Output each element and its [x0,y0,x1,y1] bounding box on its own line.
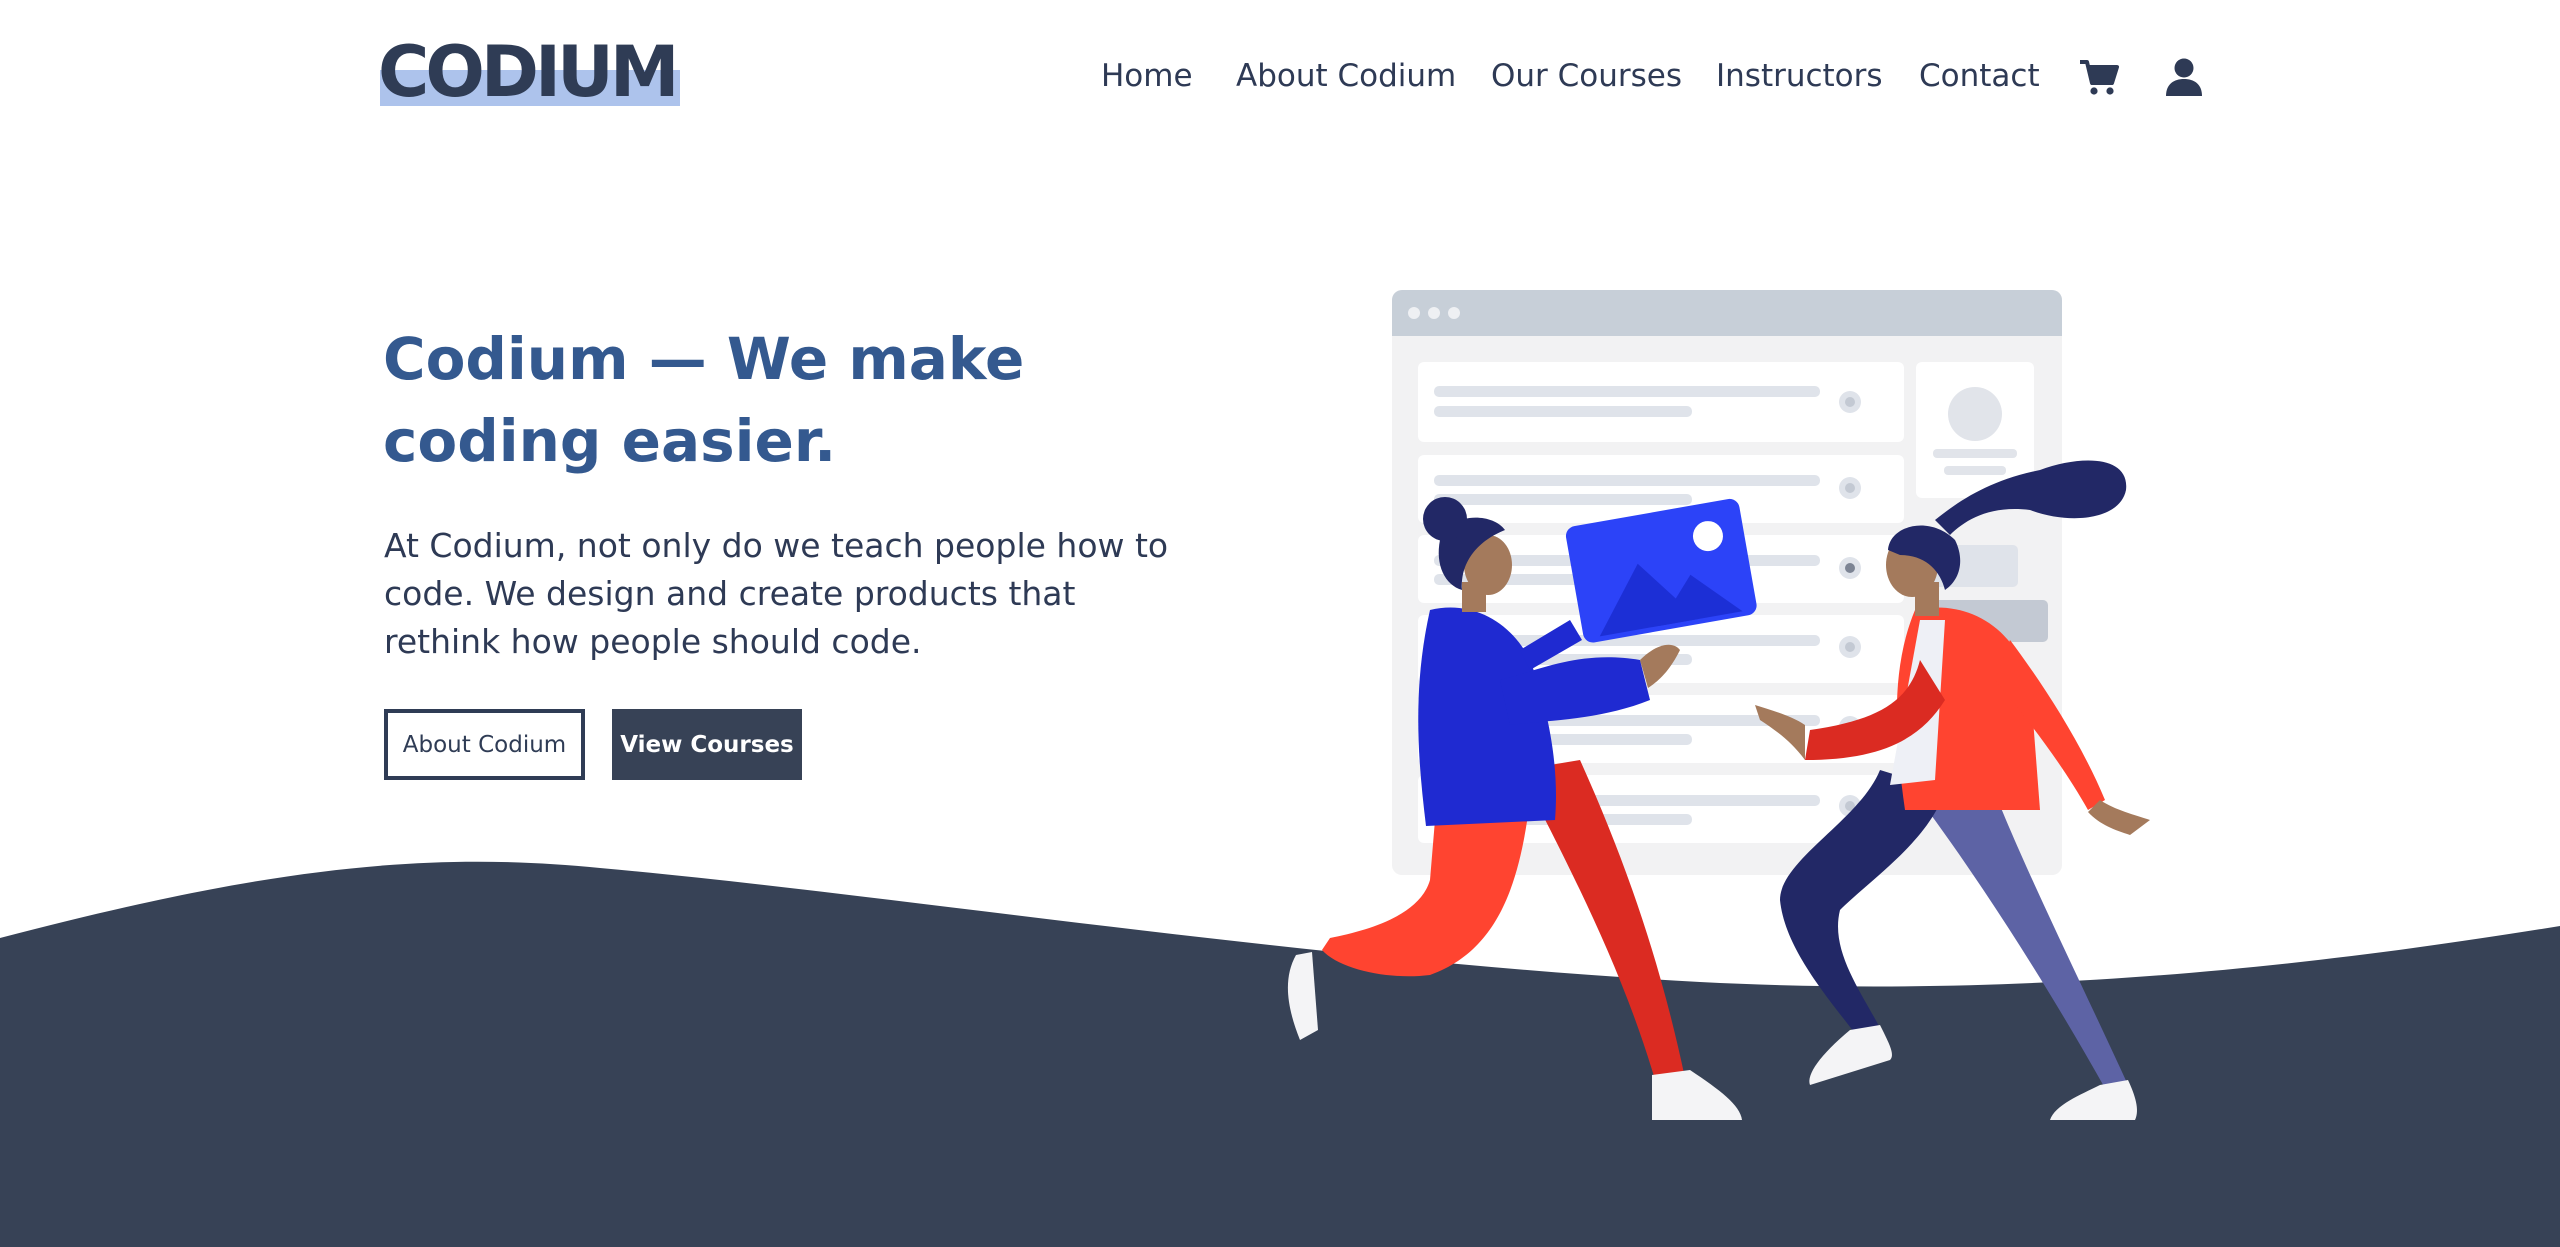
nav-home[interactable]: Home [1101,52,1193,100]
nav-courses[interactable]: Our Courses [1491,52,1682,100]
nav-about[interactable]: About Codium [1236,52,1456,100]
about-codium-button[interactable]: About Codium [384,709,585,780]
user-icon[interactable] [2163,56,2205,98]
cart-icon[interactable] [2078,56,2120,98]
header: CODIUM Home About Codium Our Courses Ins… [0,0,2560,160]
hero-illustration [1287,290,2150,1120]
hero-description: At Codium, not only do we teach people h… [384,526,1169,661]
hero-title: Codium — We make coding easier. [383,325,1025,475]
logo-text: CODIUM [378,31,680,113]
nav-contact[interactable]: Contact [1919,52,2040,100]
nav-instructors[interactable]: Instructors [1716,52,1883,100]
view-courses-button[interactable]: View Courses [612,709,802,780]
logo[interactable]: CODIUM [378,32,683,112]
